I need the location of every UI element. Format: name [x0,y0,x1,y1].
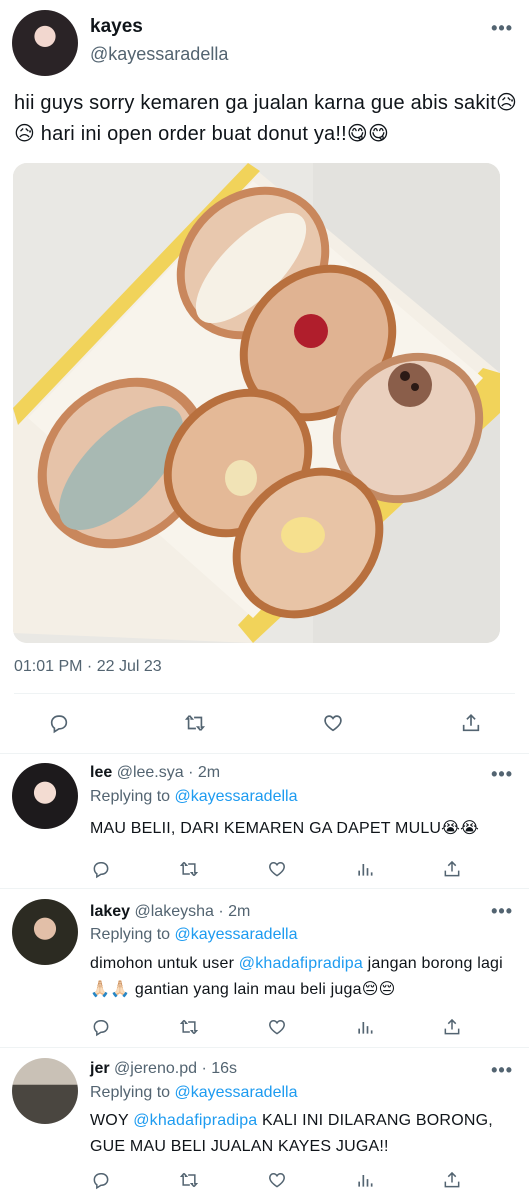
share-icon[interactable] [437,854,467,884]
share-icon[interactable] [437,1012,467,1042]
reply-text: MAU BELII, DARI KEMAREN GA DAPET MULU😭😭 [90,816,510,842]
replying-mention[interactable]: @kayessaradella [175,788,298,805]
share-icon[interactable] [456,708,486,738]
replying-mention[interactable]: @kayessaradella [175,1084,298,1101]
like-icon[interactable] [262,1165,292,1195]
tweet-timestamp[interactable]: 01:01 PM · 22 Jul 23 [14,658,162,676]
replying-to: Replying to @kayessaradella [90,788,297,806]
analytics-icon[interactable] [350,1012,380,1042]
more-dots-icon[interactable]: ••• [491,901,513,922]
more-dots-icon[interactable]: ••• [491,764,513,785]
retweet-icon[interactable] [174,854,204,884]
tweet-text: hii guys sorry kemaren ga jualan karna g… [14,92,518,145]
tweet-image[interactable] [13,163,500,643]
avatar[interactable] [12,10,78,76]
replying-label: Replying to [90,788,175,805]
user-handle[interactable]: @lakeysha [135,903,214,920]
tweet-actions [0,708,529,748]
divider [14,693,515,694]
user-handle[interactable]: @lee.sya [117,764,184,781]
avatar[interactable] [12,899,78,965]
replying-to: Replying to @kayessaradella [90,1084,297,1102]
user-mention[interactable]: @khadafipradipa [133,1112,257,1129]
more-dots-icon[interactable]: ••• [491,1060,513,1081]
replying-label: Replying to [90,1084,175,1101]
reply-text-part: WOY [90,1112,134,1129]
reply-text-part: dimohon untuk user [90,955,239,972]
display-name[interactable]: jer [90,1060,110,1077]
user-handle[interactable]: @jereno.pd [114,1060,197,1077]
user-handle[interactable]: @kayessaradella [90,44,228,65]
user-mention[interactable]: @khadafipradipa [239,955,363,972]
display-name[interactable]: lakey [90,903,130,920]
analytics-icon[interactable] [350,854,380,884]
like-icon[interactable] [318,708,348,738]
donut-box-photo [13,163,500,643]
retweet-icon[interactable] [180,708,210,738]
reply-tweet[interactable]: jer @jereno.pd · 16s ••• Replying to @ka… [0,1048,529,1200]
analytics-icon[interactable] [350,1165,380,1195]
separator: · [188,764,194,781]
more-dots-icon[interactable]: ••• [491,18,513,39]
reply-actions [0,1012,529,1052]
replying-label: Replying to [90,926,175,943]
retweet-icon[interactable] [174,1165,204,1195]
reply-actions [0,1165,529,1200]
reply-time[interactable]: 2m [198,764,220,781]
reply-tweet[interactable]: lakey @lakeysha · 2m ••• Replying to @ka… [0,889,529,1047]
reply-icon[interactable] [86,854,116,884]
reply-time[interactable]: 16s [211,1060,237,1077]
avatar[interactable] [12,1058,78,1124]
avatar[interactable] [12,763,78,829]
retweet-icon[interactable] [174,1012,204,1042]
reply-text: dimohon untuk user @khadafipradipa janga… [90,951,510,1003]
reply-header: lee @lee.sya · 2m [90,764,220,782]
replying-mention[interactable]: @kayessaradella [175,926,298,943]
reply-header: jer @jereno.pd · 16s [90,1060,237,1078]
display-name[interactable]: lee [90,764,112,781]
reply-text: WOY @khadafipradipa KALI INI DILARANG BO… [90,1108,510,1160]
like-icon[interactable] [262,1012,292,1042]
reply-icon[interactable] [86,1012,116,1042]
reply-icon[interactable] [44,708,74,738]
reply-icon[interactable] [86,1165,116,1195]
like-icon[interactable] [262,854,292,884]
display-name[interactable]: kayes [90,16,143,38]
reply-tweet[interactable]: lee @lee.sya · 2m ••• Replying to @kayes… [0,754,529,888]
replying-to: Replying to @kayessaradella [90,926,297,944]
reply-time[interactable]: 2m [228,903,250,920]
share-icon[interactable] [437,1165,467,1195]
separator: · [201,1060,207,1077]
separator: · [218,903,224,920]
reply-header: lakey @lakeysha · 2m [90,903,250,921]
reply-text-part: MAU BELII, DARI KEMAREN GA DAPET MULU😭😭 [90,820,479,837]
